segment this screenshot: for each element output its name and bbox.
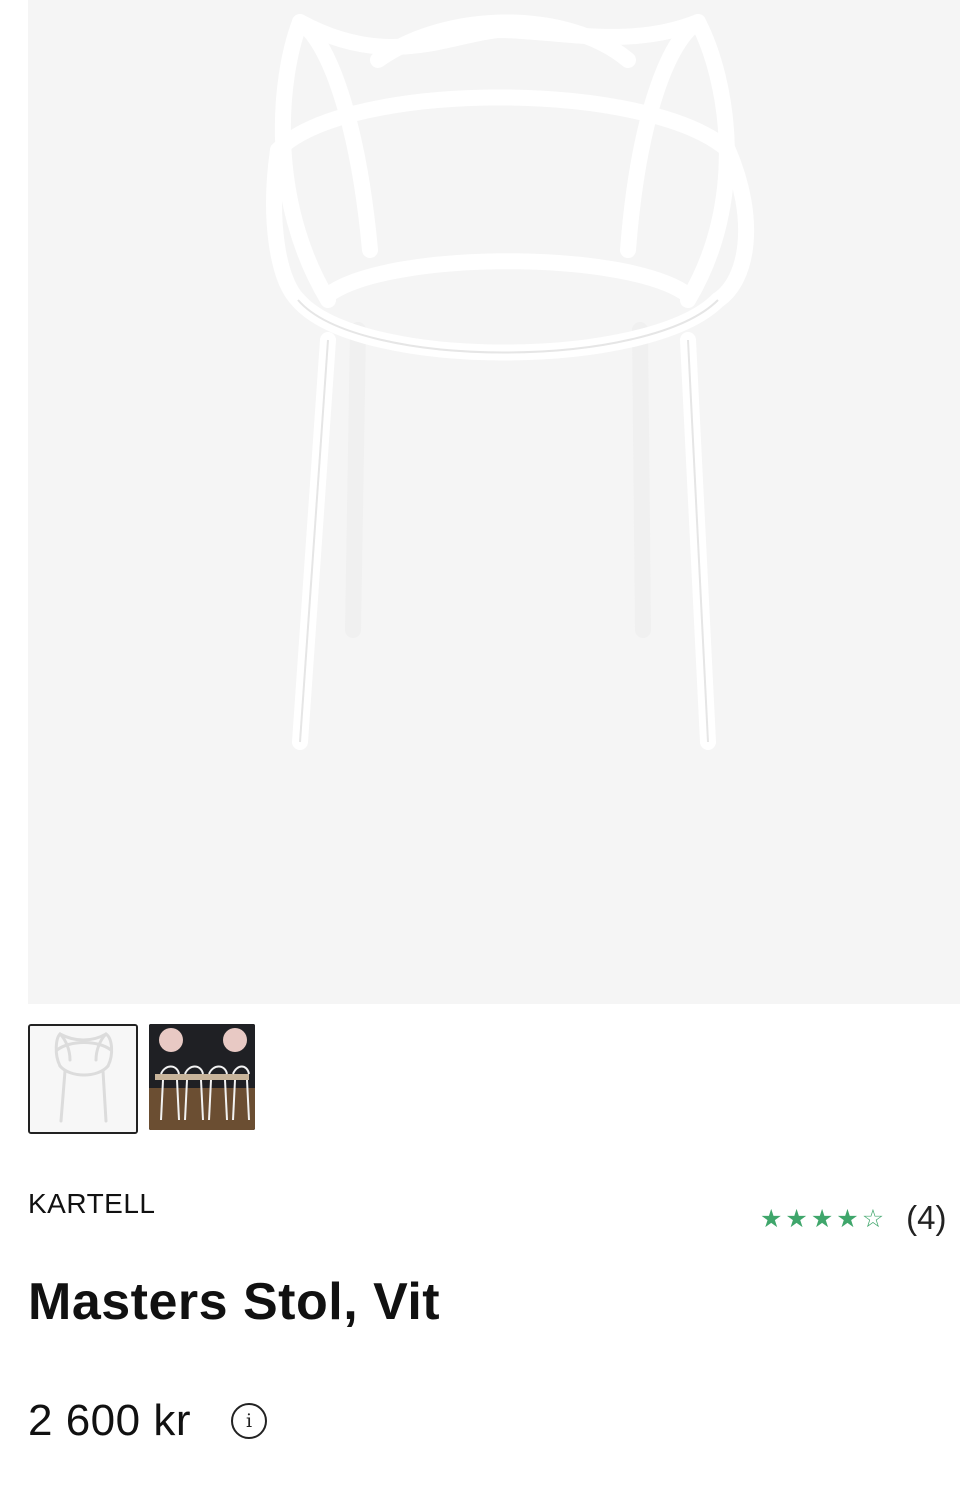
- product-main-image[interactable]: [28, 0, 960, 1004]
- chair-illustration: [266, 14, 755, 750]
- star-filled-icon: ★: [760, 1203, 783, 1233]
- product-price: 2 600 kr: [28, 1396, 191, 1445]
- rating-stars: ★ ★ ★ ★ ☆: [760, 1206, 884, 1231]
- star-filled-icon: ★: [836, 1203, 859, 1233]
- product-rating[interactable]: ★ ★ ★ ★ ☆ (4): [760, 1198, 946, 1238]
- product-title: Masters Stol, Vit: [28, 1273, 441, 1331]
- rating-count[interactable]: (4): [906, 1199, 946, 1237]
- brand-name[interactable]: KARTELL: [28, 1188, 156, 1220]
- gallery-thumbnail-1[interactable]: [28, 1024, 138, 1134]
- star-filled-icon: ★: [810, 1203, 834, 1233]
- chair-thumbnail-image: [30, 1026, 136, 1132]
- star-empty-icon: ☆: [861, 1203, 885, 1233]
- info-icon[interactable]: i: [230, 1403, 267, 1439]
- star-filled-icon: ★: [785, 1203, 808, 1233]
- gallery-thumbnail-2[interactable]: [149, 1024, 255, 1130]
- price-row: 2 600 kr i: [28, 1396, 267, 1446]
- dining-scene-thumbnail-image: [149, 1024, 255, 1130]
